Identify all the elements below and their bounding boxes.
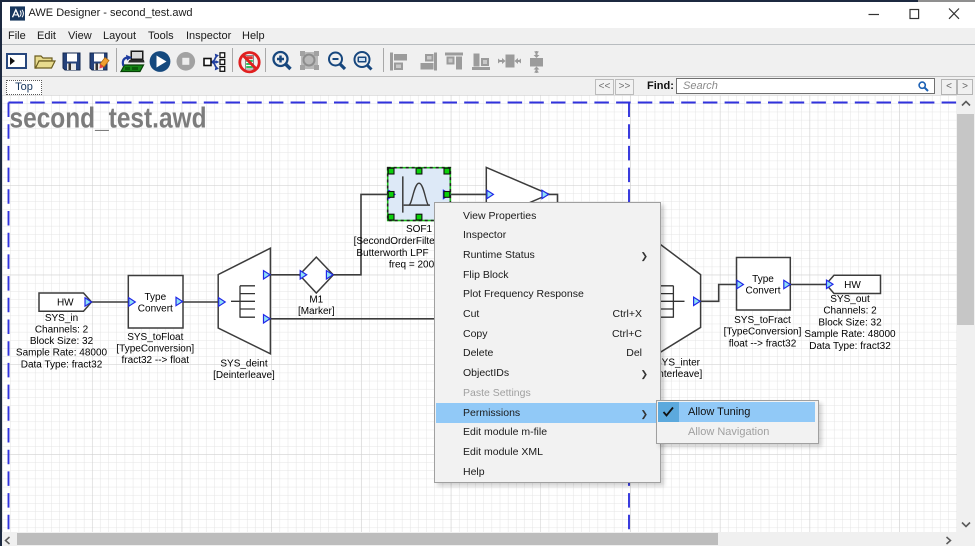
svg-text:Type: Type — [752, 274, 774, 285]
svg-text:M1: M1 — [309, 294, 323, 305]
svg-text:Block Size: 32: Block Size: 32 — [818, 317, 882, 328]
svg-text:Channels: 2: Channels: 2 — [823, 306, 877, 317]
svg-text:[Marker]: [Marker] — [298, 306, 335, 317]
svg-text:HW: HW — [844, 280, 861, 291]
svg-text:[TypeConversion]: [TypeConversion] — [116, 344, 194, 355]
svg-text:HW: HW — [57, 298, 74, 309]
svg-text:fract32 --> float: fract32 --> float — [122, 355, 190, 366]
svg-text:Data Type: fract32: Data Type: fract32 — [21, 359, 103, 370]
svg-text:Butterworth LPF: Butterworth LPF — [356, 248, 428, 259]
svg-text:Convert: Convert — [138, 304, 173, 315]
svg-text:[Deinterleave]: [Deinterleave] — [213, 370, 275, 381]
svg-text:Convert: Convert — [745, 286, 780, 297]
svg-text:float --> fract32: float --> fract32 — [729, 338, 797, 349]
svg-text:SYS_inter: SYS_inter — [655, 358, 701, 369]
svg-text:SOF1: SOF1 — [406, 224, 433, 235]
svg-text:SYS_deint: SYS_deint — [220, 358, 267, 369]
svg-text:SYS_out: SYS_out — [830, 294, 870, 305]
svg-text:SYS_in: SYS_in — [45, 313, 78, 324]
svg-text:Block Size: 32: Block Size: 32 — [30, 336, 94, 347]
svg-text:SYS_toFloat: SYS_toFloat — [127, 332, 183, 343]
svg-text:Type: Type — [144, 292, 166, 303]
svg-text:Sample Rate: 48000: Sample Rate: 48000 — [804, 329, 896, 340]
svg-text:SYS_toFract: SYS_toFract — [734, 315, 791, 326]
svg-text:Channels: 2: Channels: 2 — [35, 324, 89, 335]
svg-text:[TypeConversion]: [TypeConversion] — [724, 327, 802, 338]
svg-text:Sample Rate: 48000: Sample Rate: 48000 — [16, 348, 108, 359]
svg-text:Data Type: fract32: Data Type: fract32 — [809, 341, 891, 352]
svg-text:second_test.awd: second_test.awd — [10, 103, 207, 135]
